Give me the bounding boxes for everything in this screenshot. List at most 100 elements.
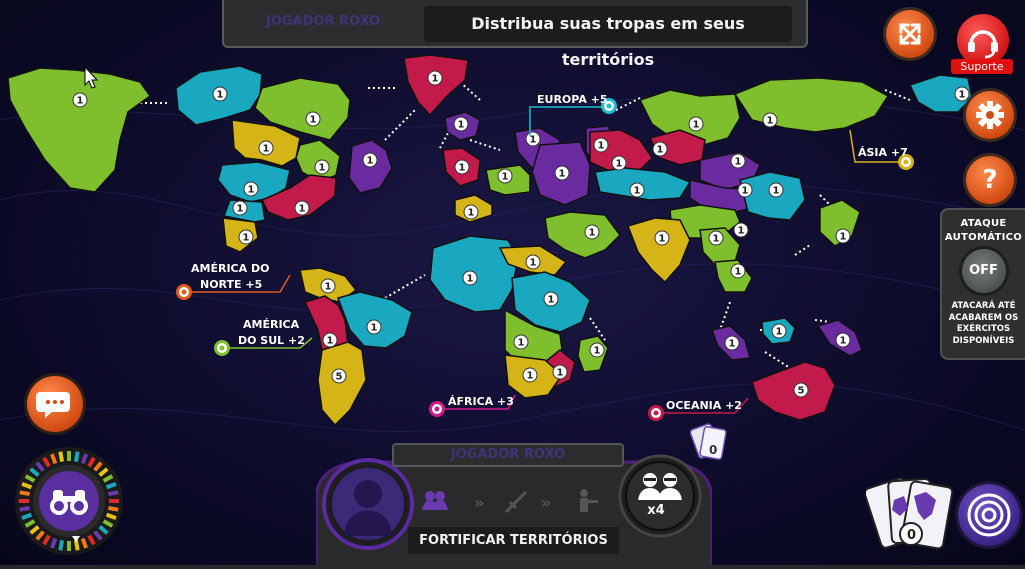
dial-tick: [58, 451, 65, 462]
army-counter[interactable]: 1: [771, 323, 787, 339]
territories-layer: [7, 54, 973, 427]
army-counter[interactable]: 1: [654, 230, 670, 246]
label-north-america-line2: NORTE +5: [200, 278, 262, 291]
army-counter[interactable]: 1: [462, 270, 478, 286]
army-counter[interactable]: 1: [72, 92, 88, 108]
army-counter[interactable]: 1: [730, 153, 746, 169]
army-counter[interactable]: 1: [584, 224, 600, 240]
army-count: 1: [371, 323, 378, 334]
territory[interactable]: [627, 217, 691, 284]
army-counter[interactable]: 1: [322, 332, 338, 348]
army-count: 5: [336, 372, 343, 383]
army-counter[interactable]: 1: [737, 182, 753, 198]
army-counter[interactable]: 1: [552, 364, 568, 380]
dial-tick: [58, 540, 65, 551]
army-counter[interactable]: 1: [314, 159, 330, 175]
army-counter[interactable]: 1: [768, 182, 784, 198]
army-counter[interactable]: 1: [724, 335, 740, 351]
settings-button[interactable]: [966, 91, 1014, 139]
army-counter[interactable]: 1: [513, 334, 529, 350]
army-counter[interactable]: 1: [730, 263, 746, 279]
continent-oceania-label[interactable]: OCEANIA +2: [648, 397, 749, 421]
army-counter[interactable]: 1: [525, 254, 541, 270]
army-count: 1: [773, 186, 780, 197]
army-counter[interactable]: 1: [593, 137, 609, 153]
army-count: 1: [548, 295, 555, 306]
army-count: 1: [738, 226, 745, 237]
cards-small-button[interactable]: 0: [690, 420, 730, 464]
army-counter[interactable]: 1: [294, 200, 310, 216]
continent-asia-label[interactable]: ÁSIA +7: [849, 129, 914, 170]
army-count: 1: [729, 339, 736, 350]
army-counter[interactable]: 1: [305, 111, 321, 127]
army-count: 1: [432, 74, 439, 85]
army-count: 1: [959, 90, 966, 101]
army-counter[interactable]: 1: [762, 112, 778, 128]
continent-south-america-label[interactable]: AMÉRICA DO SUL +2: [214, 318, 313, 356]
army-count: 1: [735, 267, 742, 278]
objective-button[interactable]: [958, 484, 1020, 546]
army-count: 1: [243, 233, 250, 244]
auto-attack-title: ATAQUE AUTOMÁTICO: [944, 218, 1023, 243]
label-africa: ÁFRICA +3: [448, 395, 514, 408]
army-counter[interactable]: 1: [589, 342, 605, 358]
army-count: 1: [237, 204, 244, 215]
fortify-territories-button[interactable]: FORTIFICAR TERRITÓRIOS: [408, 527, 619, 554]
army-counter[interactable]: 1: [366, 319, 382, 335]
army-counter[interactable]: 1: [497, 168, 513, 184]
army-counter[interactable]: 1: [362, 152, 378, 168]
army-counter[interactable]: 1: [238, 229, 254, 245]
cards-button[interactable]: 0: [866, 470, 956, 560]
army-counter[interactable]: 5: [793, 382, 809, 398]
army-counter[interactable]: 1: [733, 222, 749, 238]
territory[interactable]: [751, 361, 836, 421]
army-counter[interactable]: 1: [232, 200, 248, 216]
territory[interactable]: [7, 67, 152, 193]
army-counter[interactable]: 1: [835, 332, 851, 348]
army-count: 1: [367, 156, 374, 167]
army-counter[interactable]: 1: [453, 116, 469, 132]
army-counter[interactable]: 1: [611, 155, 627, 171]
army-counter[interactable]: 1: [835, 228, 851, 244]
continent-africa-label[interactable]: ÁFRICA +3: [429, 394, 516, 417]
territory[interactable]: [544, 211, 621, 259]
view-dial-button[interactable]: [14, 446, 124, 556]
label-europe: EUROPA +5: [537, 93, 608, 106]
territory[interactable]: [317, 341, 367, 427]
dial-tick: [108, 505, 119, 512]
army-count: 1: [299, 204, 306, 215]
army-counter[interactable]: 1: [243, 181, 259, 197]
continent-north-america-label[interactable]: AMÉRICA DO NORTE +5: [176, 262, 291, 300]
support-label[interactable]: Suporte: [951, 59, 1013, 74]
army-counter[interactable]: 1: [543, 291, 559, 307]
army-count: 1: [467, 274, 474, 285]
help-button[interactable]: ?: [966, 156, 1014, 204]
army-counter[interactable]: 1: [554, 165, 570, 181]
army-count: 1: [713, 234, 720, 245]
army-counter[interactable]: 1: [212, 86, 228, 102]
army-counter[interactable]: 1: [525, 131, 541, 147]
army-count: 1: [263, 144, 270, 155]
army-counter[interactable]: 1: [258, 140, 274, 156]
army-counter[interactable]: 1: [463, 204, 479, 220]
fullscreen-button[interactable]: [886, 10, 934, 58]
territory[interactable]: [733, 77, 890, 133]
army-count: 1: [557, 368, 564, 379]
army-count: 1: [840, 232, 847, 243]
army-counter[interactable]: 1: [629, 182, 645, 198]
dial-tick: [108, 490, 119, 497]
army-counter[interactable]: 1: [320, 278, 336, 294]
army-counter[interactable]: 5: [331, 368, 347, 384]
army-count: 1: [217, 90, 224, 101]
army-counter[interactable]: 1: [708, 230, 724, 246]
territory[interactable]: [594, 167, 692, 201]
army-counter[interactable]: 1: [522, 367, 538, 383]
chat-button[interactable]: [27, 376, 83, 432]
army-counter[interactable]: 1: [427, 70, 443, 86]
army-counter[interactable]: 1: [652, 141, 668, 157]
army-counter[interactable]: 1: [454, 159, 470, 175]
army-count: 1: [840, 336, 847, 347]
auto-attack-toggle[interactable]: OFF: [961, 249, 1006, 293]
army-count: 1: [518, 338, 525, 349]
army-counter[interactable]: 1: [688, 116, 704, 132]
